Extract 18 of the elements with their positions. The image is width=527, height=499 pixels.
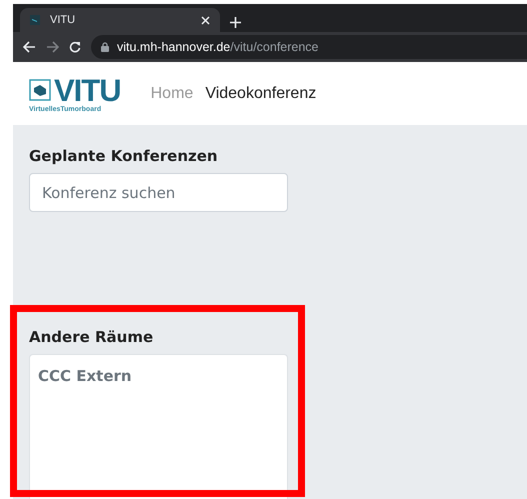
lock-icon (101, 42, 109, 52)
browser-tab[interactable]: VITU (20, 8, 220, 32)
reload-icon[interactable] (69, 41, 81, 53)
plus-icon[interactable] (230, 17, 241, 28)
logo-title: VITU (54, 74, 121, 106)
logo-icon (29, 79, 51, 101)
forward-arrow-icon[interactable] (46, 41, 59, 53)
room-name[interactable]: CCC Extern (38, 367, 279, 385)
nav-link[interactable]: Videokonferenz (199, 84, 322, 102)
close-icon[interactable] (201, 16, 210, 24)
section-heading: Andere Räume (29, 328, 154, 346)
favicon-icon (30, 15, 40, 25)
url-text: vitu.mh-hannover.de/vitu/conference (117, 40, 319, 54)
address-bar[interactable]: vitu.mh-hannover.de/vitu/conference (91, 35, 527, 59)
search-field[interactable]: Konferenz suchen (29, 173, 288, 212)
back-arrow-icon[interactable] (23, 41, 36, 53)
tab-title: VITU (50, 14, 76, 26)
section-heading: Geplante Konferenzen (29, 147, 219, 165)
